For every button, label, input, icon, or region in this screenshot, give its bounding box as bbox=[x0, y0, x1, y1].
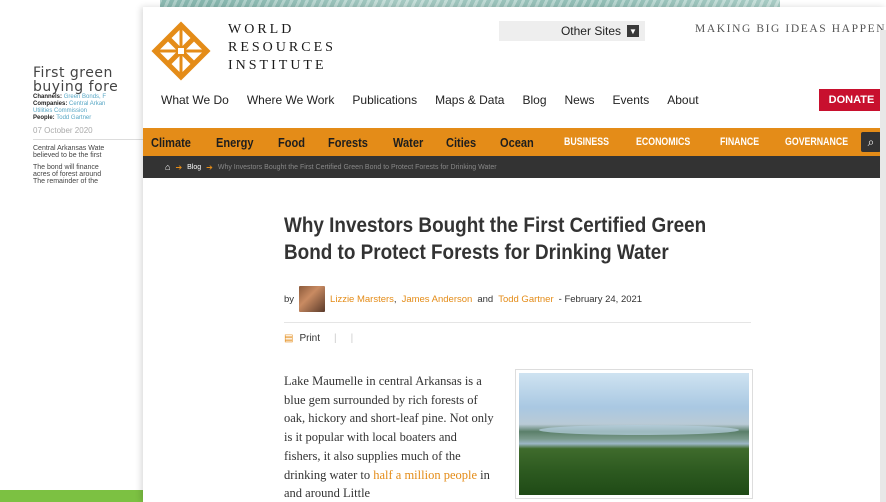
author-link[interactable]: Lizzie Marsters bbox=[330, 294, 394, 305]
nav-item-what-we-do[interactable]: What We Do bbox=[161, 93, 229, 107]
other-sites-dropdown[interactable]: Other Sites ▼ bbox=[499, 21, 645, 41]
author-link[interactable]: James Anderson bbox=[402, 294, 473, 305]
wri-browser-window: WORLD RESOURCES INSTITUTE Other Sites ▼ … bbox=[143, 7, 886, 502]
background-paragraph: Central Arkansas Wate believed to be the… bbox=[33, 145, 105, 159]
wri-logo-text[interactable]: WORLD RESOURCES INSTITUTE bbox=[228, 21, 336, 75]
article-title: Why Investors Bought the First Certified… bbox=[284, 214, 707, 264]
author-link[interactable]: Todd Gartner bbox=[498, 294, 553, 305]
center-economics[interactable]: ECONOMICS bbox=[636, 136, 690, 148]
arrow-right-icon: ➔ bbox=[175, 162, 183, 172]
byline: by Lizzie Marsters, James Anderson and T… bbox=[284, 286, 754, 312]
article-tools: ▤ Print | | bbox=[284, 322, 751, 344]
photo-image bbox=[519, 373, 749, 495]
divider: | bbox=[350, 333, 354, 344]
window-edge bbox=[880, 30, 886, 502]
print-link[interactable]: Print bbox=[299, 333, 320, 344]
nav-item-events[interactable]: Events bbox=[613, 93, 650, 107]
nav-item-maps-data[interactable]: Maps & Data bbox=[435, 93, 504, 107]
center-governance[interactable]: GOVERNANCE bbox=[785, 136, 848, 148]
category-climate[interactable]: Climate bbox=[151, 135, 191, 150]
home-icon[interactable]: ⌂ bbox=[165, 162, 170, 172]
divider: | bbox=[334, 333, 337, 344]
category-ocean[interactable]: Ocean bbox=[500, 135, 534, 150]
category-cities[interactable]: Cities bbox=[446, 135, 476, 150]
background-green-bar bbox=[0, 490, 145, 502]
category-forests[interactable]: Forests bbox=[328, 135, 368, 150]
wri-logo-icon[interactable] bbox=[151, 21, 211, 81]
lake-maumelle-photo[interactable] bbox=[515, 369, 753, 499]
background-paragraph: The bond will finance acres of forest ar… bbox=[33, 164, 102, 185]
donate-button[interactable]: DONATE bbox=[819, 89, 884, 111]
background-article-title[interactable]: First green buying fore bbox=[33, 66, 153, 94]
article-header: Why Investors Bought the First Certified… bbox=[284, 212, 754, 344]
background-companies-2: Utilities Commission bbox=[33, 108, 88, 114]
arrow-right-icon: ➔ bbox=[206, 162, 213, 172]
breadcrumb-current: Why Investors Bought the First Certified… bbox=[217, 163, 497, 171]
print-icon[interactable]: ▤ bbox=[284, 333, 293, 344]
background-article: First green buying fore Channels: Green … bbox=[33, 66, 153, 185]
background-channels: Channels: Green Bonds, F bbox=[33, 94, 107, 100]
article-body: Lake Maumelle in central Arkansas is a b… bbox=[284, 374, 494, 501]
breadcrumb: ⌂ ➔ Blog ➔ Why Investors Bought the Firs… bbox=[143, 156, 886, 178]
background-date: 07 October 2020 bbox=[33, 126, 153, 140]
category-food[interactable]: Food bbox=[278, 135, 305, 150]
nav-item-about[interactable]: About bbox=[667, 93, 698, 107]
category-water[interactable]: Water bbox=[393, 135, 423, 150]
nav-item-publications[interactable]: Publications bbox=[352, 93, 417, 107]
category-energy[interactable]: Energy bbox=[216, 135, 253, 150]
category-bar: Climate Energy Food Forests Water Cities… bbox=[143, 128, 886, 156]
nav-item-where-we-work[interactable]: Where We Work bbox=[247, 93, 335, 107]
author-avatar bbox=[299, 286, 326, 312]
center-business[interactable]: BUSINESS bbox=[564, 136, 609, 148]
search-icon[interactable]: ⌕ bbox=[861, 132, 881, 152]
center-finance[interactable]: FINANCE bbox=[720, 136, 759, 148]
screen: First green buying fore Channels: Green … bbox=[0, 0, 886, 502]
nav-item-news[interactable]: News bbox=[565, 93, 595, 107]
tagline: MAKING BIG IDEAS HAPPEN bbox=[695, 23, 886, 35]
publish-date: - February 24, 2021 bbox=[558, 293, 643, 305]
chevron-down-icon: ▼ bbox=[627, 25, 639, 37]
nav-item-blog[interactable]: Blog bbox=[522, 93, 546, 107]
background-window: First green buying fore Channels: Green … bbox=[0, 0, 160, 502]
background-people: People: Todd Gartner bbox=[33, 115, 92, 121]
half-a-million-people-link[interactable]: half a million people bbox=[373, 468, 477, 482]
background-companies: Companies: Central Arkan bbox=[33, 101, 106, 107]
breadcrumb-blog[interactable]: Blog bbox=[187, 164, 201, 171]
top-nav: What We Do Where We Work Publications Ma… bbox=[161, 93, 717, 107]
